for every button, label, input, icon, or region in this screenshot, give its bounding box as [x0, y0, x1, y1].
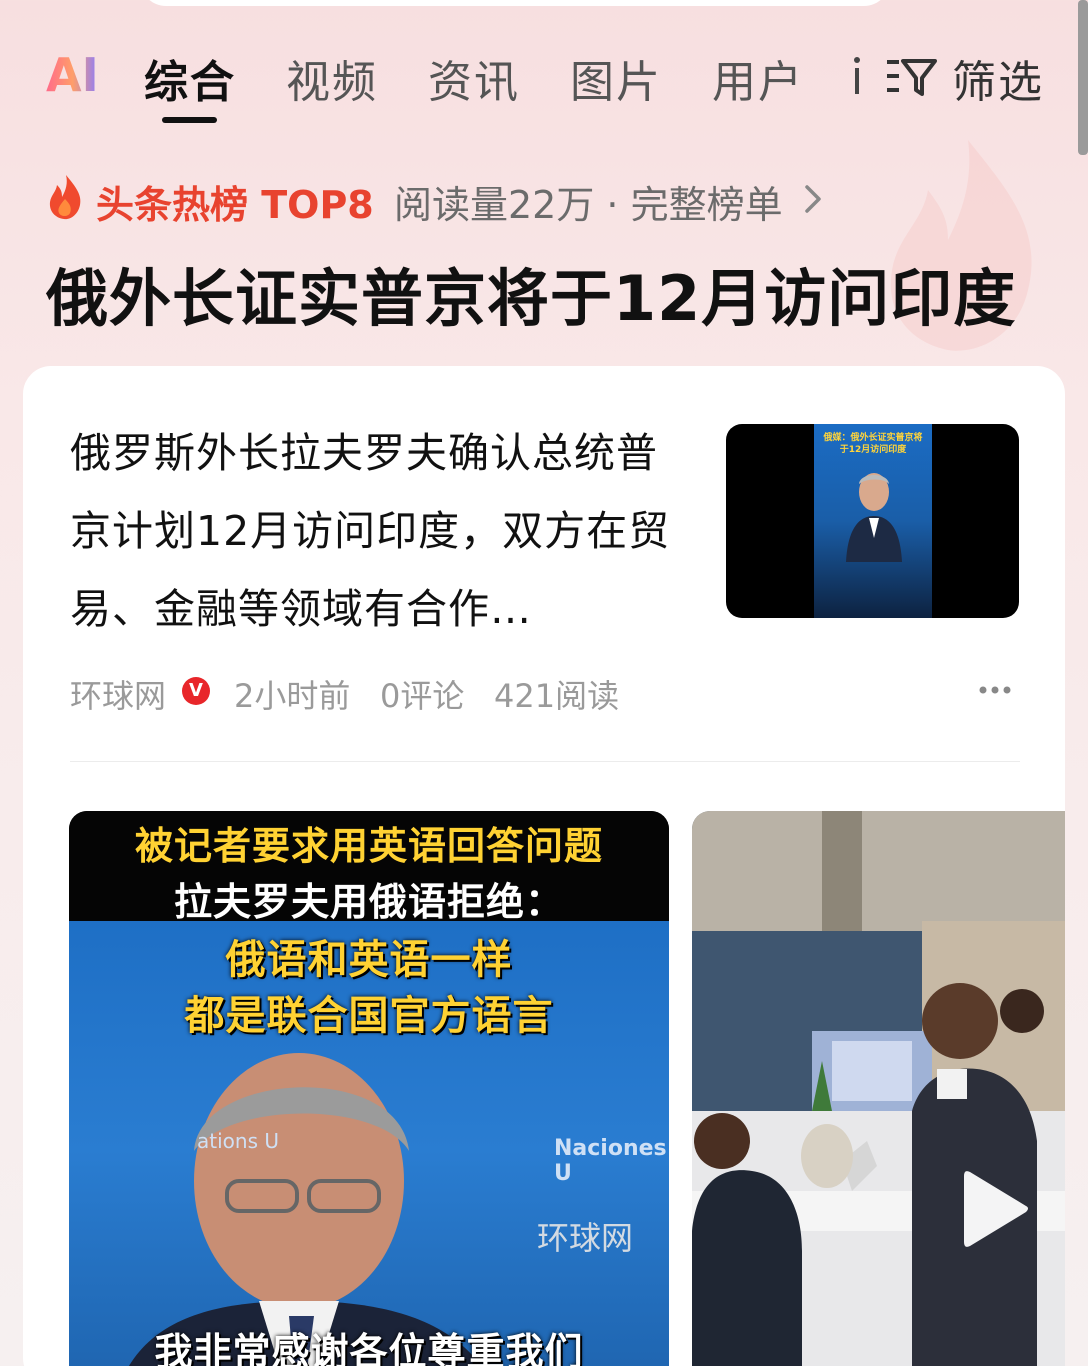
fire-icon: [49, 175, 81, 220]
video-caption: 都是联合国官方语言: [184, 993, 554, 1039]
more-vert-icon[interactable]: [853, 56, 861, 96]
video-thumbnail-left[interactable]: ations U Naciones U 被记者要求用英语回答问题 拉夫罗夫用俄语…: [69, 811, 669, 1366]
watermark: 环球网: [537, 1219, 634, 1257]
publish-time: 2小时前: [234, 677, 351, 715]
category-tabs: AI 综合 视频 资讯 图片 用户 筛选: [0, 40, 1088, 130]
tab-用户[interactable]: 用户: [712, 46, 804, 110]
play-icon[interactable]: [960, 1166, 1032, 1250]
verified-badge: V: [182, 677, 210, 705]
comment-count: 0评论: [380, 677, 465, 715]
video-thumbnail-right[interactable]: [692, 811, 1065, 1366]
more-horizontal-icon[interactable]: [978, 684, 1012, 696]
video-caption: 被记者要求用英语回答问题: [134, 824, 603, 868]
active-tab-indicator: [162, 117, 217, 123]
video-caption: 拉夫罗夫用俄语拒绝：: [173, 880, 564, 924]
video-caption: 俄语和英语一样: [225, 937, 513, 983]
background-text: Naciones U: [554, 1136, 667, 1186]
filter-button[interactable]: 筛选: [952, 46, 1044, 110]
background-text: ations U: [197, 1129, 279, 1153]
tab-图片[interactable]: 图片: [570, 46, 662, 110]
ai-logo[interactable]: AI: [46, 48, 99, 102]
person-image: [129, 1053, 482, 1366]
article-thumbnail[interactable]: 俄媒：俄外长证实普京将于12月访问印度: [726, 424, 1019, 618]
source-name[interactable]: 环球网: [70, 671, 166, 717]
read-count: 421阅读: [494, 677, 620, 715]
thumbnail-image: 俄媒：俄外长证实普京将于12月访问印度: [814, 424, 932, 618]
tab-资讯[interactable]: 资讯: [428, 46, 520, 110]
hot-list-label: 头条热榜 TOP8: [96, 183, 374, 227]
hot-headline[interactable]: 俄外长证实普京将于12月访问印度: [46, 248, 1016, 338]
person-image: [846, 473, 902, 562]
tab-视频[interactable]: 视频: [286, 46, 378, 110]
thumbnail-caption: 俄媒：俄外长证实普京将于12月访问印度: [823, 433, 923, 455]
chevron-right-icon[interactable]: [804, 184, 822, 214]
results-card: 俄罗斯外长拉夫罗夫确认总统普京计划12月访问印度，双方在贸易、金融等领域有合作……: [23, 366, 1065, 1366]
search-bar[interactable]: [140, 0, 890, 6]
hot-list-row[interactable]: 头条热榜 TOP8 阅读量22万 · 完整榜单: [46, 170, 1046, 230]
filter-icon[interactable]: [885, 56, 937, 98]
video-caption: 我非常感谢各位尊重我们: [154, 1330, 584, 1366]
article-summary[interactable]: 俄罗斯外长拉夫罗夫确认总统普京计划12月访问印度，双方在贸易、金融等领域有合作…: [70, 414, 690, 648]
office-scene-image: [692, 811, 1065, 1366]
divider: [70, 761, 1020, 762]
tab-综合[interactable]: 综合: [144, 46, 236, 110]
hot-list-meta[interactable]: 阅读量22万 · 完整榜单: [394, 174, 783, 229]
